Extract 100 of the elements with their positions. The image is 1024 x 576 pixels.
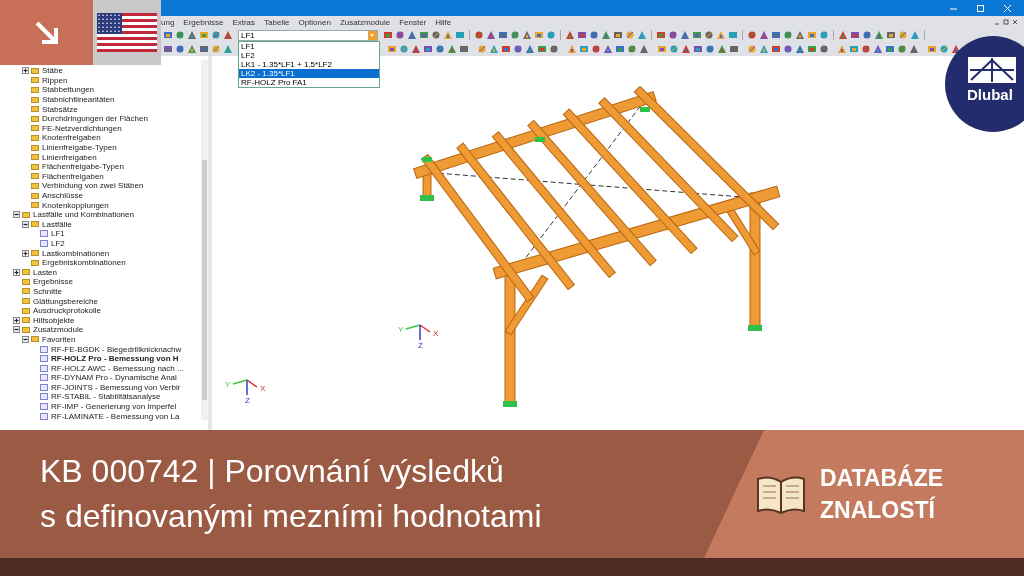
tree-item[interactable]: RF-DYNAM Pro - Dynamische Anal [51, 373, 177, 383]
tree-item[interactable]: Rippen [42, 75, 68, 85]
toolbar-icon[interactable] [419, 30, 429, 40]
tree-item[interactable]: RF-HOLZ AWC - Bemessung nach ... [51, 363, 184, 373]
toolbar-icon[interactable] [873, 44, 883, 54]
dropdown-option[interactable]: LK1 - 1.35*LF1 + 1.5*LF2 [239, 59, 379, 69]
tree-item[interactable]: Glättungsbereiche [33, 296, 98, 306]
dropdown-option[interactable]: RF-HOLZ Pro FA1 [239, 77, 379, 87]
tree-item[interactable]: RF-HOLZ Pro - Bemessung von H [51, 354, 179, 364]
tree-item[interactable]: Ergebniskombinationen [42, 258, 126, 268]
tree-item[interactable]: LF1 [51, 229, 65, 239]
tree-item[interactable]: Flächenfreigabe-Typen [42, 162, 124, 172]
tree-item[interactable]: Knotenfreigaben [42, 133, 101, 143]
maximize-icon[interactable] [976, 3, 985, 13]
toolbar-icon[interactable] [431, 30, 441, 40]
tree-item[interactable]: FE-Netzverdichtungen [42, 123, 122, 133]
toolbar-icon[interactable] [407, 30, 417, 40]
tree-item[interactable]: RF-LAMINATE - Bemessung von La [51, 411, 180, 421]
expand-icon[interactable] [13, 316, 20, 324]
close-icon[interactable] [1012, 19, 1018, 25]
scrollbar[interactable] [201, 60, 208, 420]
tree-item[interactable]: Ausdruckprotokolle [33, 306, 102, 316]
dropdown-option[interactable]: LF1 [239, 41, 379, 51]
tree-item[interactable]: Stabbettungen [42, 85, 95, 95]
toolbar-icon[interactable] [510, 30, 520, 40]
toolbar-icon[interactable] [613, 30, 623, 40]
menu-item[interactable]: Hilfe [435, 17, 452, 27]
restore-icon[interactable] [1003, 19, 1009, 25]
tree-item[interactable]: RF-IMP - Generierung von Imperfel [51, 402, 177, 412]
toolbar-icon[interactable] [747, 44, 757, 54]
collapse-icon[interactable] [13, 211, 20, 219]
toolbar-icon[interactable] [187, 30, 197, 40]
tree-item[interactable]: RF-STABIL - Stabilitätsanalyse [51, 392, 161, 402]
tree-item[interactable]: Durchdringungen der Flächen [42, 114, 148, 124]
toolbar-icon[interactable] [819, 44, 829, 54]
toolbar-icon[interactable] [927, 44, 937, 54]
toolbar-icon[interactable] [387, 44, 397, 54]
toolbar-icon[interactable] [603, 44, 613, 54]
tree-item[interactable]: Stäbe [42, 66, 63, 76]
toolbar-icon[interactable] [795, 30, 805, 40]
tree-item[interactable]: RF-JOINTS - Bemessung von Verbir [51, 382, 181, 392]
toolbar-icon[interactable] [567, 44, 577, 54]
toolbar-icon[interactable] [704, 30, 714, 40]
toolbar-icon[interactable] [668, 30, 678, 40]
toolbar-icon[interactable] [759, 30, 769, 40]
toolbar-icon[interactable] [886, 30, 896, 40]
tree-item[interactable]: Anschlüsse [42, 191, 83, 200]
collapse-icon[interactable] [13, 326, 20, 334]
tree-item[interactable]: Linienfreigaben [42, 152, 97, 162]
toolbar-icon[interactable] [589, 30, 599, 40]
toolbar-icon[interactable] [522, 30, 532, 40]
toolbar-icon[interactable] [577, 30, 587, 40]
menu-item[interactable]: Zusatzmodule [339, 17, 391, 27]
tree-item[interactable]: Verbindung von zwei Stäben [42, 181, 144, 191]
collapse-icon[interactable] [22, 335, 29, 343]
tree-item[interactable]: Zusatzmodule [33, 325, 84, 335]
toolbar-icon[interactable] [395, 30, 405, 40]
tree-item[interactable]: Stabsätze [42, 104, 78, 114]
toolbar-icon[interactable] [477, 44, 487, 54]
toolbar-icon[interactable] [601, 30, 611, 40]
tree-item[interactable]: Lastfälle [42, 219, 72, 229]
tree-item[interactable]: Stabnichtlinearitäten [42, 95, 115, 105]
toolbar-icon[interactable] [199, 44, 209, 54]
tree-item[interactable]: Favoriten [42, 334, 76, 344]
tree-item[interactable]: RF-FE-BGDK - Biegedrillknicknachw [51, 344, 182, 354]
toolbar-icon[interactable] [175, 44, 185, 54]
toolbar-icon[interactable] [513, 44, 523, 54]
dropdown-option[interactable]: LF2 [239, 50, 379, 60]
toolbar-icon[interactable] [783, 30, 793, 40]
toolbar-icon[interactable] [771, 30, 781, 40]
toolbar-icon[interactable] [680, 30, 690, 40]
tree-item[interactable]: Lastkombinationen [42, 248, 110, 258]
menu-item[interactable]: Fenster [399, 17, 427, 27]
toolbar-icon[interactable] [163, 44, 173, 54]
tree-item[interactable]: Flächenfreigaben [42, 171, 104, 181]
dropdown-option[interactable]: LK2 - 1.35*LF1 [239, 68, 379, 78]
toolbar-icon[interactable] [862, 30, 872, 40]
toolbar-icon[interactable] [223, 30, 233, 40]
toolbar-icon[interactable] [874, 30, 884, 40]
toolbar-icon[interactable] [783, 44, 793, 54]
tree-item[interactable]: Knotenkopplungen [42, 200, 109, 210]
toolbar-icon[interactable] [423, 44, 433, 54]
expand-icon[interactable] [22, 249, 29, 257]
tree-item[interactable]: Hilfsobjekte [33, 315, 75, 325]
menu-item[interactable]: Ergebnisse [183, 17, 224, 27]
toolbar-icon[interactable] [837, 44, 847, 54]
tree-item[interactable]: Lastfälle und Kombinationen [33, 210, 134, 220]
scrollbar-thumb[interactable] [202, 160, 207, 400]
toolbar-icon[interactable] [549, 44, 559, 54]
collapse-icon[interactable] [22, 220, 29, 228]
toolbar-icon[interactable] [486, 30, 496, 40]
tree-item[interactable]: Schnitte [33, 286, 62, 296]
menu-item[interactable]: Extras [232, 17, 256, 27]
tree-item[interactable]: Lasten [33, 267, 58, 277]
toolbar-icon[interactable] [657, 44, 667, 54]
menu-item[interactable]: Tabelle [264, 17, 290, 27]
toolbar-icon[interactable] [693, 44, 703, 54]
menu-item[interactable]: ung [161, 17, 175, 27]
tree-item[interactable]: Linienfreigabe-Typen [42, 143, 117, 153]
toolbar-icon[interactable] [850, 30, 860, 40]
